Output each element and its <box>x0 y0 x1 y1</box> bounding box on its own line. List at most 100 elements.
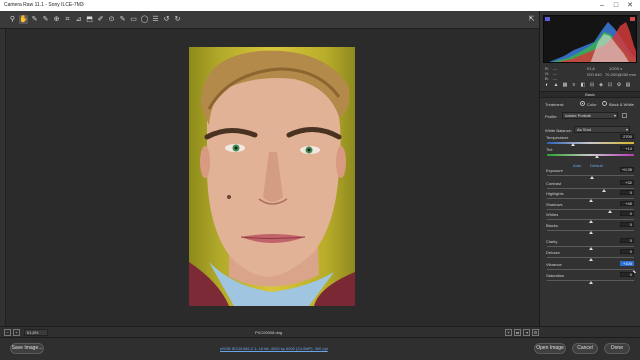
whites-slider-thumb[interactable] <box>588 220 593 223</box>
before-after-icon[interactable]: Y <box>505 329 512 336</box>
maximize-button[interactable]: □ <box>610 1 622 10</box>
white-balance-tool-icon[interactable]: ✎ <box>30 15 39 24</box>
chevron-down-icon: ▾ <box>625 127 628 132</box>
spot-removal-icon[interactable]: ✐ <box>96 15 105 24</box>
white-balance-dropdown[interactable]: As Shot ▾ <box>574 126 630 133</box>
title-bar: Camera Raw 11.1 - Sony ILCE-7M3 – □ ✕ <box>0 0 640 11</box>
contrast-slider-thumb[interactable] <box>602 189 607 192</box>
adjustment-brush-icon[interactable]: ✎ <box>118 15 127 24</box>
done-button[interactable]: Done <box>604 343 630 354</box>
transform-tool-icon[interactable]: ⬒ <box>85 15 94 24</box>
panel-tab-6-icon[interactable]: ◈ <box>598 82 604 88</box>
default-link[interactable]: Default <box>590 163 603 168</box>
panel-tab-1-icon[interactable]: ▲ <box>553 82 559 88</box>
treatment-bw-radio[interactable] <box>602 101 607 106</box>
vibrance-value-field[interactable]: +100 <box>620 261 634 266</box>
whites-label: Whites <box>546 212 559 217</box>
panel-tab-8-icon[interactable]: ⚙ <box>616 82 622 88</box>
aperture-readout: f/1,8 <box>587 66 595 71</box>
dehaze-label: Dehaze <box>546 250 560 255</box>
b-value: --- <box>553 76 557 81</box>
shadows-slider-track[interactable] <box>547 209 634 210</box>
rotate-cw-icon[interactable]: ↻ <box>173 15 182 24</box>
tint-slider-thumb[interactable] <box>594 155 599 158</box>
preferences-icon[interactable]: ☰ <box>151 15 160 24</box>
save-image-button[interactable]: Save Image... <box>10 343 44 354</box>
filmstrip-toggle-icon[interactable]: ⇱ <box>527 15 536 24</box>
saturation-value-field[interactable]: 0 <box>620 272 634 277</box>
panel-tab-2-icon[interactable]: ▦ <box>562 82 568 88</box>
targeted-adjustment-icon[interactable]: ⊕ <box>52 15 61 24</box>
dehaze-slider-thumb[interactable] <box>588 258 593 261</box>
radial-filter-icon[interactable]: ◯ <box>140 15 149 24</box>
status-bar: − + 61,8% PXC00008.dng Y ⇄ ⇥ ⚙ <box>0 326 640 337</box>
exposure-value-field[interactable]: +0,35 <box>620 167 634 172</box>
graduated-filter-icon[interactable]: ▭ <box>129 15 138 24</box>
contrast-label: Contrast <box>546 181 562 186</box>
zoom-out-button[interactable]: − <box>4 329 11 336</box>
exposure-slider-thumb[interactable] <box>590 176 595 179</box>
iso-readout: ISO 640 <box>587 72 602 77</box>
auto-link[interactable]: Auto <box>573 163 581 168</box>
copy-settings-icon[interactable]: ⇥ <box>523 329 530 336</box>
panel-tab-9-icon[interactable]: ▤ <box>625 82 631 88</box>
cancel-button[interactable]: Cancel <box>572 343 598 354</box>
highlight-clip-icon[interactable] <box>630 17 635 21</box>
panel-tab-3-icon[interactable]: ≡ <box>571 82 577 88</box>
treatment-label: Treatment: <box>545 102 565 107</box>
right-panel: R: --- G: --- B: --- f/1,8 1/200 s ISO 6… <box>539 11 640 326</box>
b-label: B: <box>545 76 549 81</box>
saturation-slider-thumb[interactable] <box>588 281 593 284</box>
whites-value-field[interactable]: 0 <box>620 211 634 216</box>
basic-section-header: Basic <box>540 91 640 98</box>
tint-value-field[interactable]: +14 <box>620 146 634 151</box>
crop-tool-icon[interactable]: ⌗ <box>63 15 72 24</box>
zoom-tool-icon[interactable]: ⚲ <box>8 15 17 24</box>
temperature-slider-thumb[interactable] <box>571 143 576 146</box>
close-button[interactable]: ✕ <box>624 1 636 10</box>
temperature-slider-track[interactable] <box>547 142 634 144</box>
blacks-slider-thumb[interactable] <box>588 231 593 234</box>
highlights-slider-thumb[interactable] <box>588 199 593 202</box>
highlights-label: Highlights <box>546 191 564 196</box>
lens-readout: 70-200@200 mm <box>605 72 636 77</box>
shadow-clip-icon[interactable] <box>545 17 550 21</box>
straighten-tool-icon[interactable]: ⊿ <box>74 15 83 24</box>
profile-value: Adobe Portrait <box>565 113 591 118</box>
rotate-ccw-icon[interactable]: ↺ <box>162 15 171 24</box>
panel-tab-5-icon[interactable]: ⊟ <box>589 82 595 88</box>
highlights-value-field[interactable]: 0 <box>620 190 634 195</box>
temperature-value-field[interactable]: 2700 <box>620 134 634 139</box>
blacks-value-field[interactable]: 0 <box>620 222 634 227</box>
toggle-preview-icon[interactable]: ⚙ <box>532 329 539 336</box>
swap-icon[interactable]: ⇄ <box>514 329 521 336</box>
white-balance-value: As Shot <box>577 127 592 132</box>
panel-tab-4-icon[interactable]: ◧ <box>580 82 586 88</box>
shadows-slider-thumb[interactable] <box>607 210 612 213</box>
dehaze-value-field[interactable]: 0 <box>620 249 634 254</box>
contrast-value-field[interactable]: +32 <box>620 180 634 185</box>
profile-dropdown[interactable]: Adobe Portrait ▾ <box>562 112 618 119</box>
hand-tool-icon[interactable]: ✋ <box>19 15 28 24</box>
portrait-image <box>189 50 355 306</box>
vibrance-slider-track[interactable] <box>547 269 634 270</box>
treatment-color-radio[interactable] <box>580 101 585 106</box>
zoom-in-button[interactable]: + <box>13 329 20 336</box>
readouts: R: --- G: --- B: --- f/1,8 1/200 s ISO 6… <box>543 65 637 81</box>
clarity-slider-thumb[interactable] <box>588 247 593 250</box>
color-sampler-tool-icon[interactable]: ✎ <box>41 15 50 24</box>
zoom-dropdown[interactable]: 61,8% <box>24 329 48 336</box>
tint-slider-track[interactable] <box>547 154 634 156</box>
workflow-options-link[interactable]: sRGB IEC61966-2.1; 16 bit; 4000 by 6000 … <box>220 346 328 351</box>
clarity-value-field[interactable]: 0 <box>620 238 634 243</box>
red-eye-icon[interactable]: ⊙ <box>107 15 116 24</box>
shadows-value-field[interactable]: +45 <box>620 201 634 206</box>
minimize-button[interactable]: – <box>596 1 608 10</box>
profile-label: Profile: <box>545 114 558 119</box>
clarity-label: Clarity <box>546 239 558 244</box>
panel-tab-0-icon[interactable]: ◐ <box>544 82 550 88</box>
contrast-slider-track[interactable] <box>547 188 634 189</box>
open-image-button[interactable]: Open Image <box>534 343 566 354</box>
panel-tab-7-icon[interactable]: ⊡ <box>607 82 613 88</box>
profile-browser-icon[interactable] <box>622 113 627 118</box>
